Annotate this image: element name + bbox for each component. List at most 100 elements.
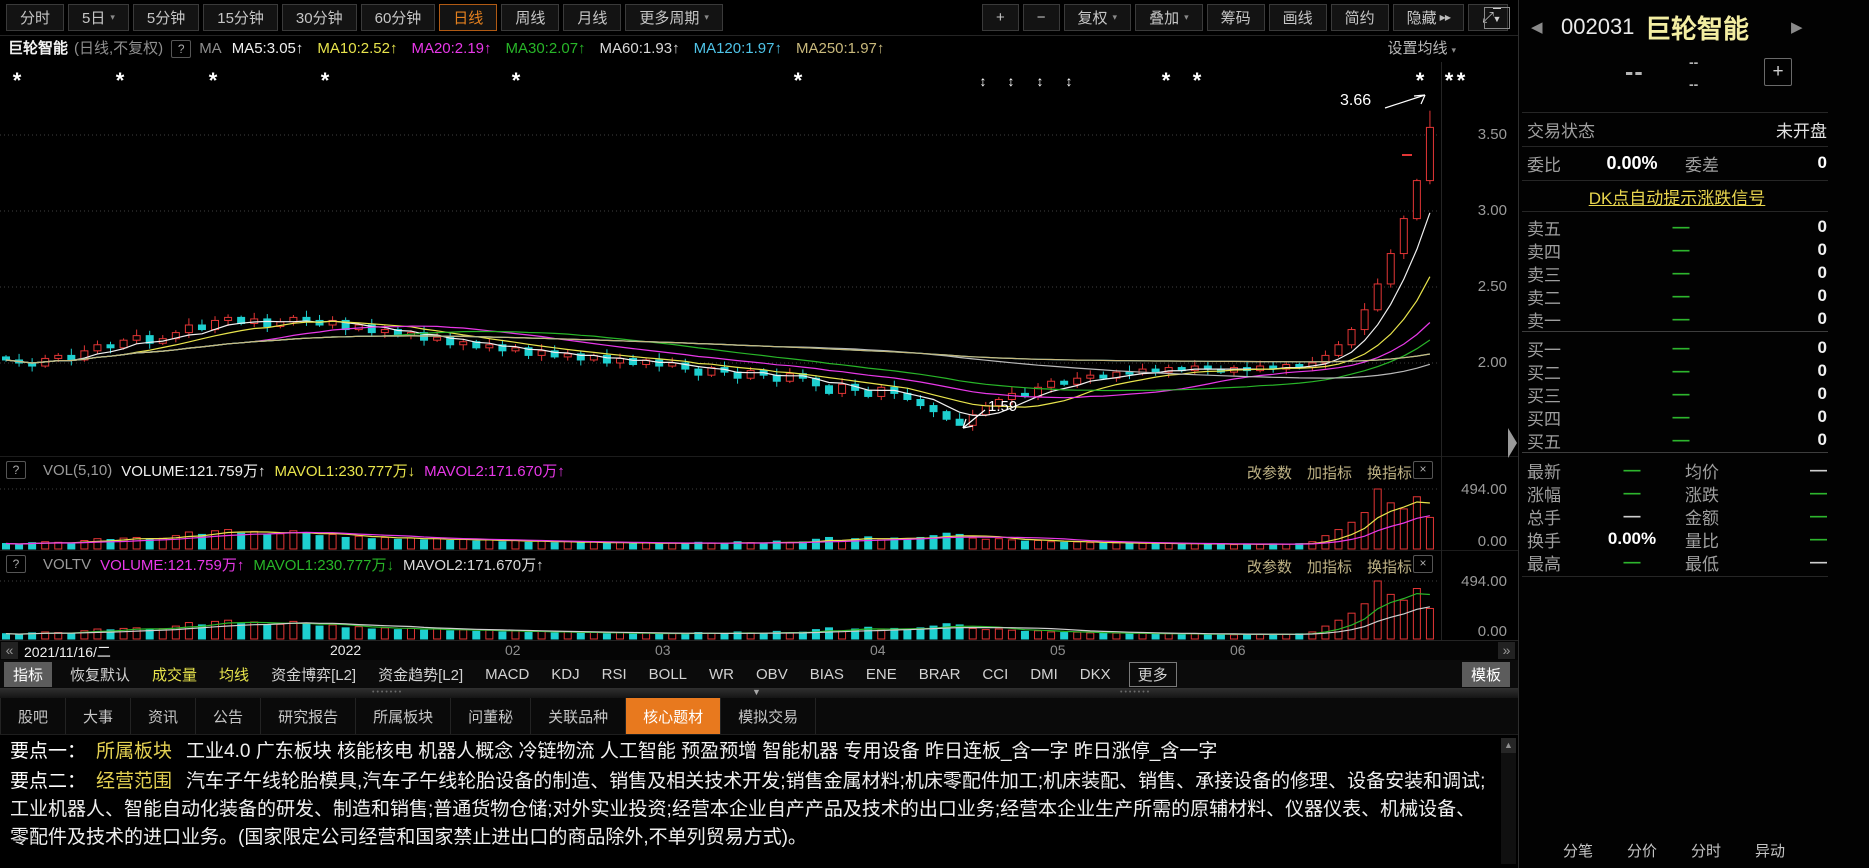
tool-label: 隐藏 [1407, 7, 1437, 28]
content-scrollbar[interactable]: ▲ [1501, 738, 1516, 864]
indicator-item-模板[interactable]: 模板 [1462, 662, 1510, 687]
close-icon[interactable]: × [1413, 555, 1433, 573]
volume-axis-min: 0.00 [1445, 623, 1507, 640]
tool-button-筹码[interactable]: 筹码 [1207, 4, 1265, 31]
tool-button-隐藏[interactable]: 隐藏▶▶ [1393, 4, 1464, 31]
indicator-item-KDJ[interactable]: KDJ [547, 664, 583, 685]
scroll-up-icon[interactable]: ▲ [1501, 738, 1516, 753]
pane-link-改参数[interactable]: 改参数 [1247, 556, 1292, 577]
ma-settings-button[interactable]: 设置均线▾ [1387, 36, 1456, 63]
order-level-label: 卖四 [1527, 238, 1599, 263]
candlestick-chart[interactable]: ***********↕↕↕↕ 3.503.002.502.003.661.59 [0, 62, 1518, 456]
sell-row-卖一: 卖一—0 [1527, 306, 1827, 332]
indicator-item-资金趋势[L2][interactable]: 资金趋势[L2] [374, 662, 467, 687]
pane-link-换指标[interactable]: 换指标 [1367, 556, 1412, 577]
indicator-item-指标[interactable]: 指标 [4, 662, 52, 687]
nav-tab-股吧[interactable]: 股吧 [0, 698, 66, 734]
voltv-pane[interactable]: ?VOLTVVOLUME:121.759万↑MAVOL1:230.777万↓MA… [0, 550, 1518, 641]
nav-tab-模拟交易[interactable]: 模拟交易 [721, 698, 816, 734]
indicator-item-BOLL[interactable]: BOLL [645, 664, 691, 685]
nav-tab-公告[interactable]: 公告 [196, 698, 261, 734]
tool-button-叠加[interactable]: 叠加▾ [1135, 4, 1203, 31]
period-button-月线[interactable]: 月线 [563, 4, 621, 31]
period-button-分时[interactable]: 分时 [6, 4, 64, 31]
nav-tab-核心题材[interactable]: 核心题材 [626, 698, 721, 734]
help-icon[interactable]: ? [171, 40, 191, 58]
collapse-caret-icon[interactable]: ▼ [752, 687, 761, 697]
tool-button-画线[interactable]: 画线 [1269, 4, 1327, 31]
pane-link-加指标[interactable]: 加指标 [1307, 462, 1352, 483]
indicator-item-MACD[interactable]: MACD [481, 664, 533, 685]
indicator-item-更多[interactable]: 更多 [1129, 662, 1177, 687]
nav-tab-关联品种[interactable]: 关联品种 [531, 698, 626, 734]
indicator-item-均线[interactable]: 均线 [215, 662, 253, 687]
help-icon[interactable]: ? [6, 461, 26, 479]
ma-value: MA10:2.52↑ [317, 40, 397, 57]
pane-link-改参数[interactable]: 改参数 [1247, 462, 1292, 483]
period-button-5分钟[interactable]: 5分钟 [133, 4, 199, 31]
indicator-item-RSI[interactable]: RSI [598, 664, 631, 685]
quote-tab-分时[interactable]: 分时 [1691, 840, 1721, 868]
indicator-item-资金博弈[L2][interactable]: 资金博弈[L2] [267, 662, 360, 687]
splitter-strip[interactable]: ••••••• ▼ ••••••• [0, 688, 1518, 698]
stat-label: 涨跌 [1685, 481, 1757, 506]
indicator-item-CCI[interactable]: CCI [978, 664, 1012, 685]
main-chart-canvas[interactable]: ***********↕↕↕↕ [0, 62, 1518, 456]
tool-button-−[interactable]: − [1023, 4, 1060, 31]
indicator-item-OBV[interactable]: OBV [752, 664, 792, 685]
quote-tab-分笔[interactable]: 分笔 [1563, 840, 1593, 868]
expand-panel-icon[interactable]: ▼ [1484, 7, 1510, 29]
period-button-周线[interactable]: 周线 [501, 4, 559, 31]
next-stock-icon[interactable]: ▶ [1791, 18, 1803, 36]
help-icon[interactable]: ? [6, 555, 26, 573]
indicator-item-BIAS[interactable]: BIAS [806, 664, 848, 685]
indicator-item-成交量[interactable]: 成交量 [148, 662, 201, 687]
chevron-down-icon: ▾ [110, 12, 115, 23]
pane-links: 改参数加指标换指标 [1247, 462, 1412, 483]
chevron-down-icon: ▾ [1451, 45, 1456, 55]
quote-tab-分价[interactable]: 分价 [1627, 840, 1657, 868]
indicator-item-BRAR[interactable]: BRAR [915, 664, 965, 685]
kp2-text: 汽车子午线轮胎模具,汽车子午线轮胎设备的制造、销售及相关技术开发;销售金属材料;… [10, 771, 1485, 848]
nav-tab-资讯[interactable]: 资讯 [131, 698, 196, 734]
tool-button-+[interactable]: + [982, 4, 1019, 31]
indicator-item-DMI[interactable]: DMI [1026, 664, 1062, 685]
nav-tab-大事[interactable]: 大事 [66, 698, 131, 734]
grip-dots-icon[interactable]: ••••••• [372, 689, 403, 696]
pane-link-加指标[interactable]: 加指标 [1307, 556, 1352, 577]
scroll-right-button[interactable]: » [1498, 642, 1515, 659]
price-axis-label: 2.00 [1445, 354, 1507, 371]
stat-value: — [1593, 506, 1671, 526]
period-button-5日[interactable]: 5日▾ [68, 4, 129, 31]
indicator-item-DKX[interactable]: DKX [1076, 664, 1115, 685]
price-axis-label: 2.50 [1445, 278, 1507, 295]
tool-button-复权[interactable]: 复权▾ [1064, 4, 1132, 31]
period-button-60分钟[interactable]: 60分钟 [361, 4, 436, 31]
period-label: 30分钟 [296, 7, 343, 28]
nav-tab-研究报告[interactable]: 研究报告 [261, 698, 356, 734]
ma-value: MA250:1.97↑ [796, 40, 884, 57]
indicator-item-恢复默认[interactable]: 恢复默认 [66, 662, 134, 687]
panel-splitter-arrow[interactable] [1508, 428, 1517, 458]
tool-button-简约[interactable]: 简约 [1331, 4, 1389, 31]
period-button-更多周期[interactable]: 更多周期▾ [625, 4, 723, 31]
period-button-30分钟[interactable]: 30分钟 [282, 4, 357, 31]
indicator-item-WR[interactable]: WR [705, 664, 738, 685]
volume-pane[interactable]: ?VOL(5,10)VOLUME:121.759万↑MAVOL1:230.777… [0, 456, 1518, 551]
period-button-15分钟[interactable]: 15分钟 [203, 4, 278, 31]
dk-signal-link[interactable]: DK点自动提示涨跌信号 [1589, 184, 1766, 209]
prev-stock-icon[interactable]: ◀ [1531, 18, 1543, 36]
grip-dots-icon[interactable]: ••••••• [1120, 689, 1151, 696]
scroll-left-button[interactable]: « [1, 642, 18, 659]
close-icon[interactable]: × [1413, 461, 1433, 479]
key-point-1: 要点一：所属板块工业4.0 广东板块 核能核电 机器人概念 冷链物流 人工智能 … [10, 738, 1492, 766]
order-volume: 0 [1763, 384, 1827, 404]
chart-workspace: 分时5日▾5分钟15分钟 30分钟 60分钟日线周线月线更多周期▾ +−复权▾叠加▾筹… [0, 0, 1518, 868]
add-to-watchlist-button[interactable]: + [1764, 58, 1792, 86]
pane-link-换指标[interactable]: 换指标 [1367, 462, 1412, 483]
nav-tab-问董秘[interactable]: 问董秘 [451, 698, 531, 734]
indicator-item-ENE[interactable]: ENE [862, 664, 901, 685]
period-button-日线[interactable]: 日线 [439, 4, 497, 31]
nav-tab-所属板块[interactable]: 所属板块 [356, 698, 451, 734]
quote-tab-异动[interactable]: 异动 [1755, 840, 1785, 868]
